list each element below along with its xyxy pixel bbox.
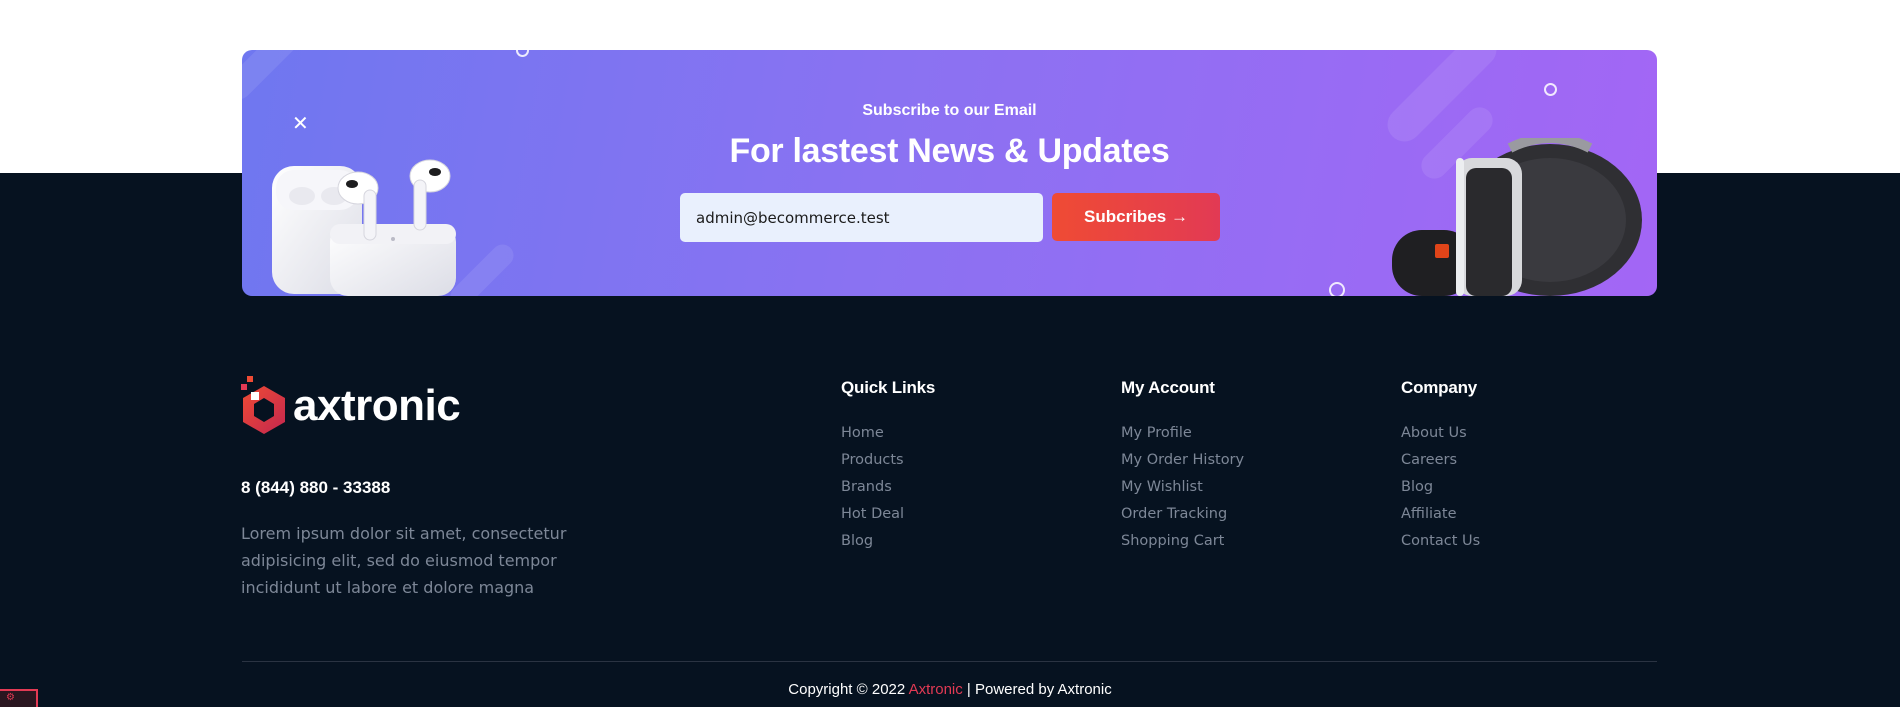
copyright-prefix: Copyright © 2022: [788, 681, 906, 698]
footer-link-wishlist[interactable]: My Wishlist: [1121, 474, 1244, 501]
footer-link-home[interactable]: Home: [841, 420, 935, 447]
axtronic-logo-icon: [241, 376, 285, 434]
newsletter-title: For lastest News & Updates: [729, 132, 1170, 170]
column-title: Quick Links: [841, 378, 936, 397]
footer-divider: [242, 661, 1657, 662]
brand-description: Lorem ipsum dolor sit amet, consectetur …: [241, 524, 567, 597]
footer-column-my-account: My Account My Profile My Order History M…: [1121, 378, 1244, 555]
footer-link-affiliate[interactable]: Affiliate: [1401, 501, 1480, 528]
copyright-brand-link[interactable]: Axtronic: [909, 681, 963, 698]
footer-logo[interactable]: axtronic: [241, 376, 461, 436]
footer-link-my-profile[interactable]: My Profile: [1121, 420, 1244, 447]
footer-link-products[interactable]: Products: [841, 447, 935, 474]
column-title: Company: [1401, 378, 1478, 397]
footer-link-blog[interactable]: Blog: [841, 528, 935, 555]
footer-link-careers[interactable]: Careers: [1401, 447, 1480, 474]
banner-decor-ring: [1329, 282, 1345, 296]
footer-link-order-history[interactable]: My Order History: [1121, 447, 1244, 474]
phone-number: 8 (844) 880 - 33388: [241, 478, 391, 497]
banner-decor-ring: [516, 50, 529, 57]
copyright-suffix: | Powered by Axtronic: [966, 681, 1112, 698]
toolbar-icon: ⚙: [6, 692, 15, 703]
brand-name: axtronic: [293, 381, 461, 430]
newsletter-banner: ✕ Subscribe to our Email For lastest New…: [242, 50, 1657, 296]
footer-link-hot-deal[interactable]: Hot Deal: [841, 501, 935, 528]
subscribe-button[interactable]: Subcribes →: [1052, 193, 1220, 241]
footer-column-company: Company About Us Careers Blog Affiliate …: [1401, 378, 1480, 555]
footer-link-shopping-cart[interactable]: Shopping Cart: [1121, 528, 1244, 555]
column-title: My Account: [1121, 378, 1215, 397]
banner-decor-ring: [1544, 83, 1557, 96]
footer-link-company-blog[interactable]: Blog: [1401, 474, 1480, 501]
footer-column-quick-links: Quick Links Home Products Brands Hot Dea…: [841, 378, 935, 555]
newsletter-eyebrow: Subscribe to our Email: [862, 102, 1037, 119]
copyright-text: Copyright © 2022 Axtronic | Powered by A…: [0, 681, 1900, 698]
banner-decor-streak: [242, 50, 324, 105]
footer-link-brands[interactable]: Brands: [841, 474, 935, 501]
footer-link-order-tracking[interactable]: Order Tracking: [1121, 501, 1244, 528]
footer-link-contact-us[interactable]: Contact Us: [1401, 528, 1480, 555]
email-field[interactable]: [680, 193, 1043, 242]
footer-link-about-us[interactable]: About Us: [1401, 420, 1480, 447]
debug-toolbar-toggle[interactable]: ⚙: [0, 689, 38, 707]
